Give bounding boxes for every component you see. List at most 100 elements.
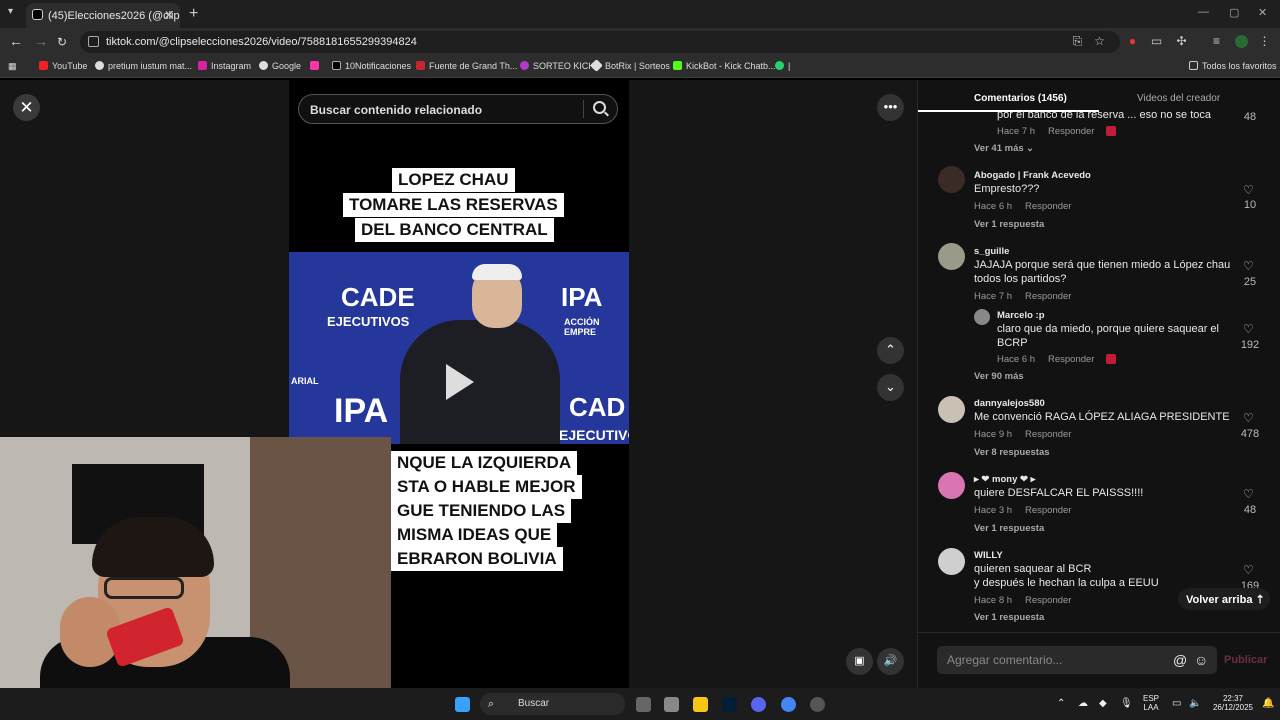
heart-icon[interactable]: ♡ (1243, 563, 1254, 577)
minimize-icon[interactable]: — (1198, 6, 1209, 18)
search-icon[interactable] (593, 101, 606, 114)
avatar[interactable] (974, 309, 990, 325)
onedrive-icon[interactable]: ☁ (1078, 698, 1088, 709)
bookmark-pinwheel[interactable] (310, 61, 323, 71)
back-to-top-button[interactable]: Volver arriba ⇡ (1178, 588, 1270, 610)
site-info-icon[interactable] (88, 36, 99, 47)
file-explorer-icon[interactable] (693, 697, 708, 712)
bookmark-10notificaciones[interactable]: 10Notificaciones (332, 61, 411, 71)
volume-tray-icon[interactable]: 🔈 (1189, 698, 1201, 709)
back-icon[interactable]: ← (9, 33, 23, 49)
play-icon[interactable] (446, 364, 474, 400)
comment-username[interactable]: s_guille (974, 246, 1009, 257)
related-search-input[interactable]: Buscar contenido relacionado (298, 94, 618, 124)
bookmark-google[interactable]: Google (259, 61, 301, 71)
comment-username[interactable]: Abogado | Frank Acevedo (974, 170, 1091, 181)
bookmark-instagram[interactable]: Instagram (198, 61, 251, 71)
apps-icon[interactable]: ▦ (8, 61, 17, 72)
heart-icon[interactable]: ♡ (1243, 322, 1254, 336)
bookmark-youtube[interactable]: YouTube (39, 61, 87, 71)
floating-player-icon[interactable]: ▣ (846, 648, 873, 675)
task-view-icon[interactable] (636, 697, 651, 712)
more-options-icon[interactable]: ••• (877, 94, 904, 121)
tab-comments[interactable]: Comentarios (1456) (974, 93, 1067, 104)
microphone-icon[interactable]: 🎙 (1120, 698, 1133, 709)
reply-button[interactable]: Responder (1025, 505, 1071, 516)
bookmark-star-icon[interactable]: ☆ (1093, 35, 1106, 48)
view-more-replies[interactable]: Ver 41 más (974, 143, 1024, 154)
mention-icon[interactable]: @ (1173, 652, 1187, 668)
bookmark-kickbot[interactable]: KickBot - Kick Chatb... (673, 61, 776, 71)
heart-icon[interactable]: ♡ (1243, 183, 1254, 197)
extensions-puzzle-icon[interactable]: ✣ (1175, 35, 1188, 48)
window-close-icon[interactable]: ✕ (1258, 6, 1267, 19)
reply-button[interactable]: Responder (1025, 595, 1071, 606)
reply-button[interactable]: Responder (1048, 126, 1094, 137)
all-bookmarks-folder[interactable]: Todos los favoritos (1189, 61, 1277, 71)
chrome-icon[interactable] (781, 697, 796, 712)
view-replies[interactable]: Ver 8 respuestas (974, 447, 1050, 458)
reading-list-icon[interactable]: ≡ (1210, 35, 1223, 48)
next-video-icon[interactable]: ⌄ (877, 374, 904, 401)
banner-text: CAD (569, 392, 626, 422)
start-windows-icon[interactable] (455, 697, 470, 712)
app-icon[interactable] (664, 697, 679, 712)
tray-chevron-icon[interactable]: ⌃ (1057, 698, 1065, 709)
forward-icon[interactable]: → (34, 33, 48, 49)
reply-button[interactable]: Responder (1025, 429, 1071, 440)
close-video-button[interactable]: ✕ (13, 94, 40, 121)
extension-icon[interactable]: ▭ (1150, 35, 1163, 48)
language-indicator[interactable]: ESP LAA (1143, 694, 1159, 712)
install-icon[interactable]: ⎘ (1071, 35, 1084, 48)
photoshop-icon[interactable] (722, 697, 737, 712)
clock[interactable]: 22:37 26/12/2025 (1209, 694, 1257, 712)
network-icon[interactable]: ▭ (1172, 698, 1181, 709)
avatar[interactable] (938, 243, 965, 270)
bookmark-fuente[interactable]: Fuente de Grand Th... (416, 61, 517, 71)
taskbar-search[interactable]: Buscar (480, 693, 625, 715)
profile-avatar[interactable] (1235, 35, 1248, 48)
heart-icon[interactable]: ♡ (1243, 487, 1254, 501)
view-more-replies[interactable]: Ver 90 más (974, 371, 1024, 382)
reply-button[interactable]: Responder (1048, 354, 1094, 365)
reply-button[interactable]: Responder (1025, 201, 1071, 212)
tab-search-icon[interactable]: ▾ (8, 6, 13, 17)
obs-icon[interactable] (810, 697, 825, 712)
comment-username[interactable]: Marcelo :p (997, 310, 1045, 321)
new-tab-button[interactable]: + (189, 5, 198, 23)
address-bar[interactable]: tiktok.com/@clipselecciones2026/video/75… (80, 31, 1120, 53)
emoji-icon[interactable]: ☺ (1194, 652, 1208, 668)
comment-text: Empresto??? (974, 183, 1040, 195)
comment-text: y después le hechan la culpa a EEUU (974, 577, 1159, 589)
comment-username[interactable]: dannyalejos580 (974, 398, 1045, 409)
avatar[interactable] (938, 166, 965, 193)
bookmark-whatsapp[interactable]: | (775, 61, 790, 71)
volume-icon[interactable]: 🔊 (877, 648, 904, 675)
maximize-icon[interactable]: ▢ (1229, 6, 1239, 19)
extension-record-icon[interactable]: ● (1126, 35, 1139, 48)
bookmark-sorteo-kick[interactable]: SORTEO KICK (520, 61, 594, 71)
avatar[interactable] (938, 472, 965, 499)
heart-icon[interactable]: ♡ (1243, 259, 1254, 273)
view-replies[interactable]: Ver 1 respuesta (974, 523, 1044, 534)
previous-video-icon[interactable]: ⌃ (877, 337, 904, 364)
menu-icon[interactable]: ⋮ (1258, 35, 1271, 48)
bookmark-pretium[interactable]: pretium iustum mat... (95, 61, 192, 71)
avatar[interactable] (938, 548, 965, 575)
browser-tab[interactable]: (45)Elecciones2026 (@clipselecc ✕ (26, 3, 180, 28)
publish-button[interactable]: Publicar (1224, 654, 1267, 666)
notification-bell-icon[interactable]: 🔔 (1262, 698, 1274, 709)
tab-close-icon[interactable]: ✕ (164, 8, 174, 22)
tab-creator-videos[interactable]: Videos del creador (1137, 93, 1220, 104)
security-icon[interactable]: ◆ (1099, 698, 1107, 709)
comment-username[interactable]: ▸ ❤ mony ❤ ▸ (974, 474, 1035, 485)
avatar[interactable] (938, 396, 965, 423)
view-replies[interactable]: Ver 1 respuesta (974, 612, 1044, 623)
view-replies[interactable]: Ver 1 respuesta (974, 219, 1044, 230)
reload-icon[interactable]: ↻ (57, 35, 67, 49)
bookmark-botrix[interactable]: BotRix | Sorteos (590, 59, 670, 72)
heart-icon[interactable]: ♡ (1243, 411, 1254, 425)
comment-username[interactable]: WILLY (974, 550, 1003, 561)
reply-button[interactable]: Responder (1025, 291, 1071, 302)
discord-icon[interactable] (751, 697, 766, 712)
